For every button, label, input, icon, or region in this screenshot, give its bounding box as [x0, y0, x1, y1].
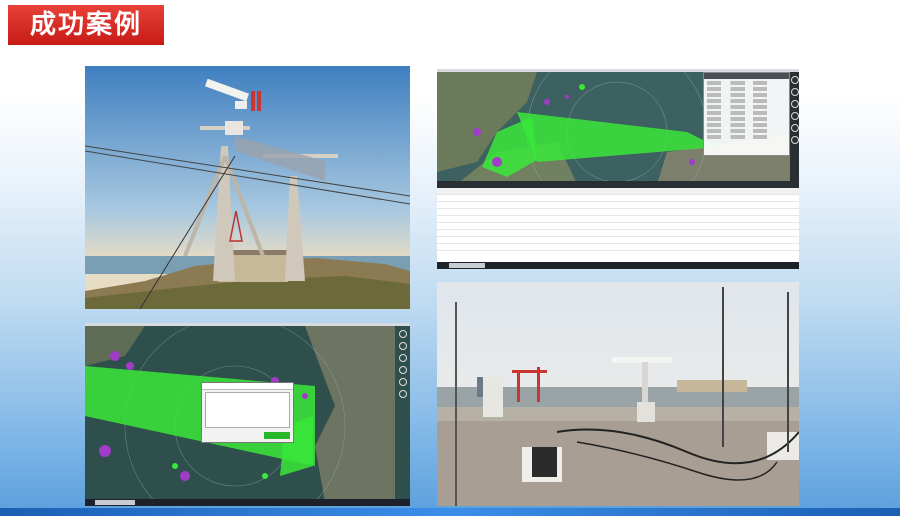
- windows-taskbar: [85, 499, 410, 506]
- rooftop-radar-photo: [437, 282, 799, 506]
- map-toolbar: [398, 326, 408, 499]
- alert-dialog: [201, 382, 294, 443]
- radar-software-dialog: [85, 323, 410, 506]
- windows-taskbar: [437, 262, 799, 269]
- dialog-confirm-button[interactable]: [264, 432, 290, 439]
- radar-software-map-table: [437, 69, 799, 269]
- page-title: 成功案例: [8, 5, 164, 45]
- radar-mast-photo: [85, 66, 410, 309]
- bottom-accent-bar: [0, 508, 900, 516]
